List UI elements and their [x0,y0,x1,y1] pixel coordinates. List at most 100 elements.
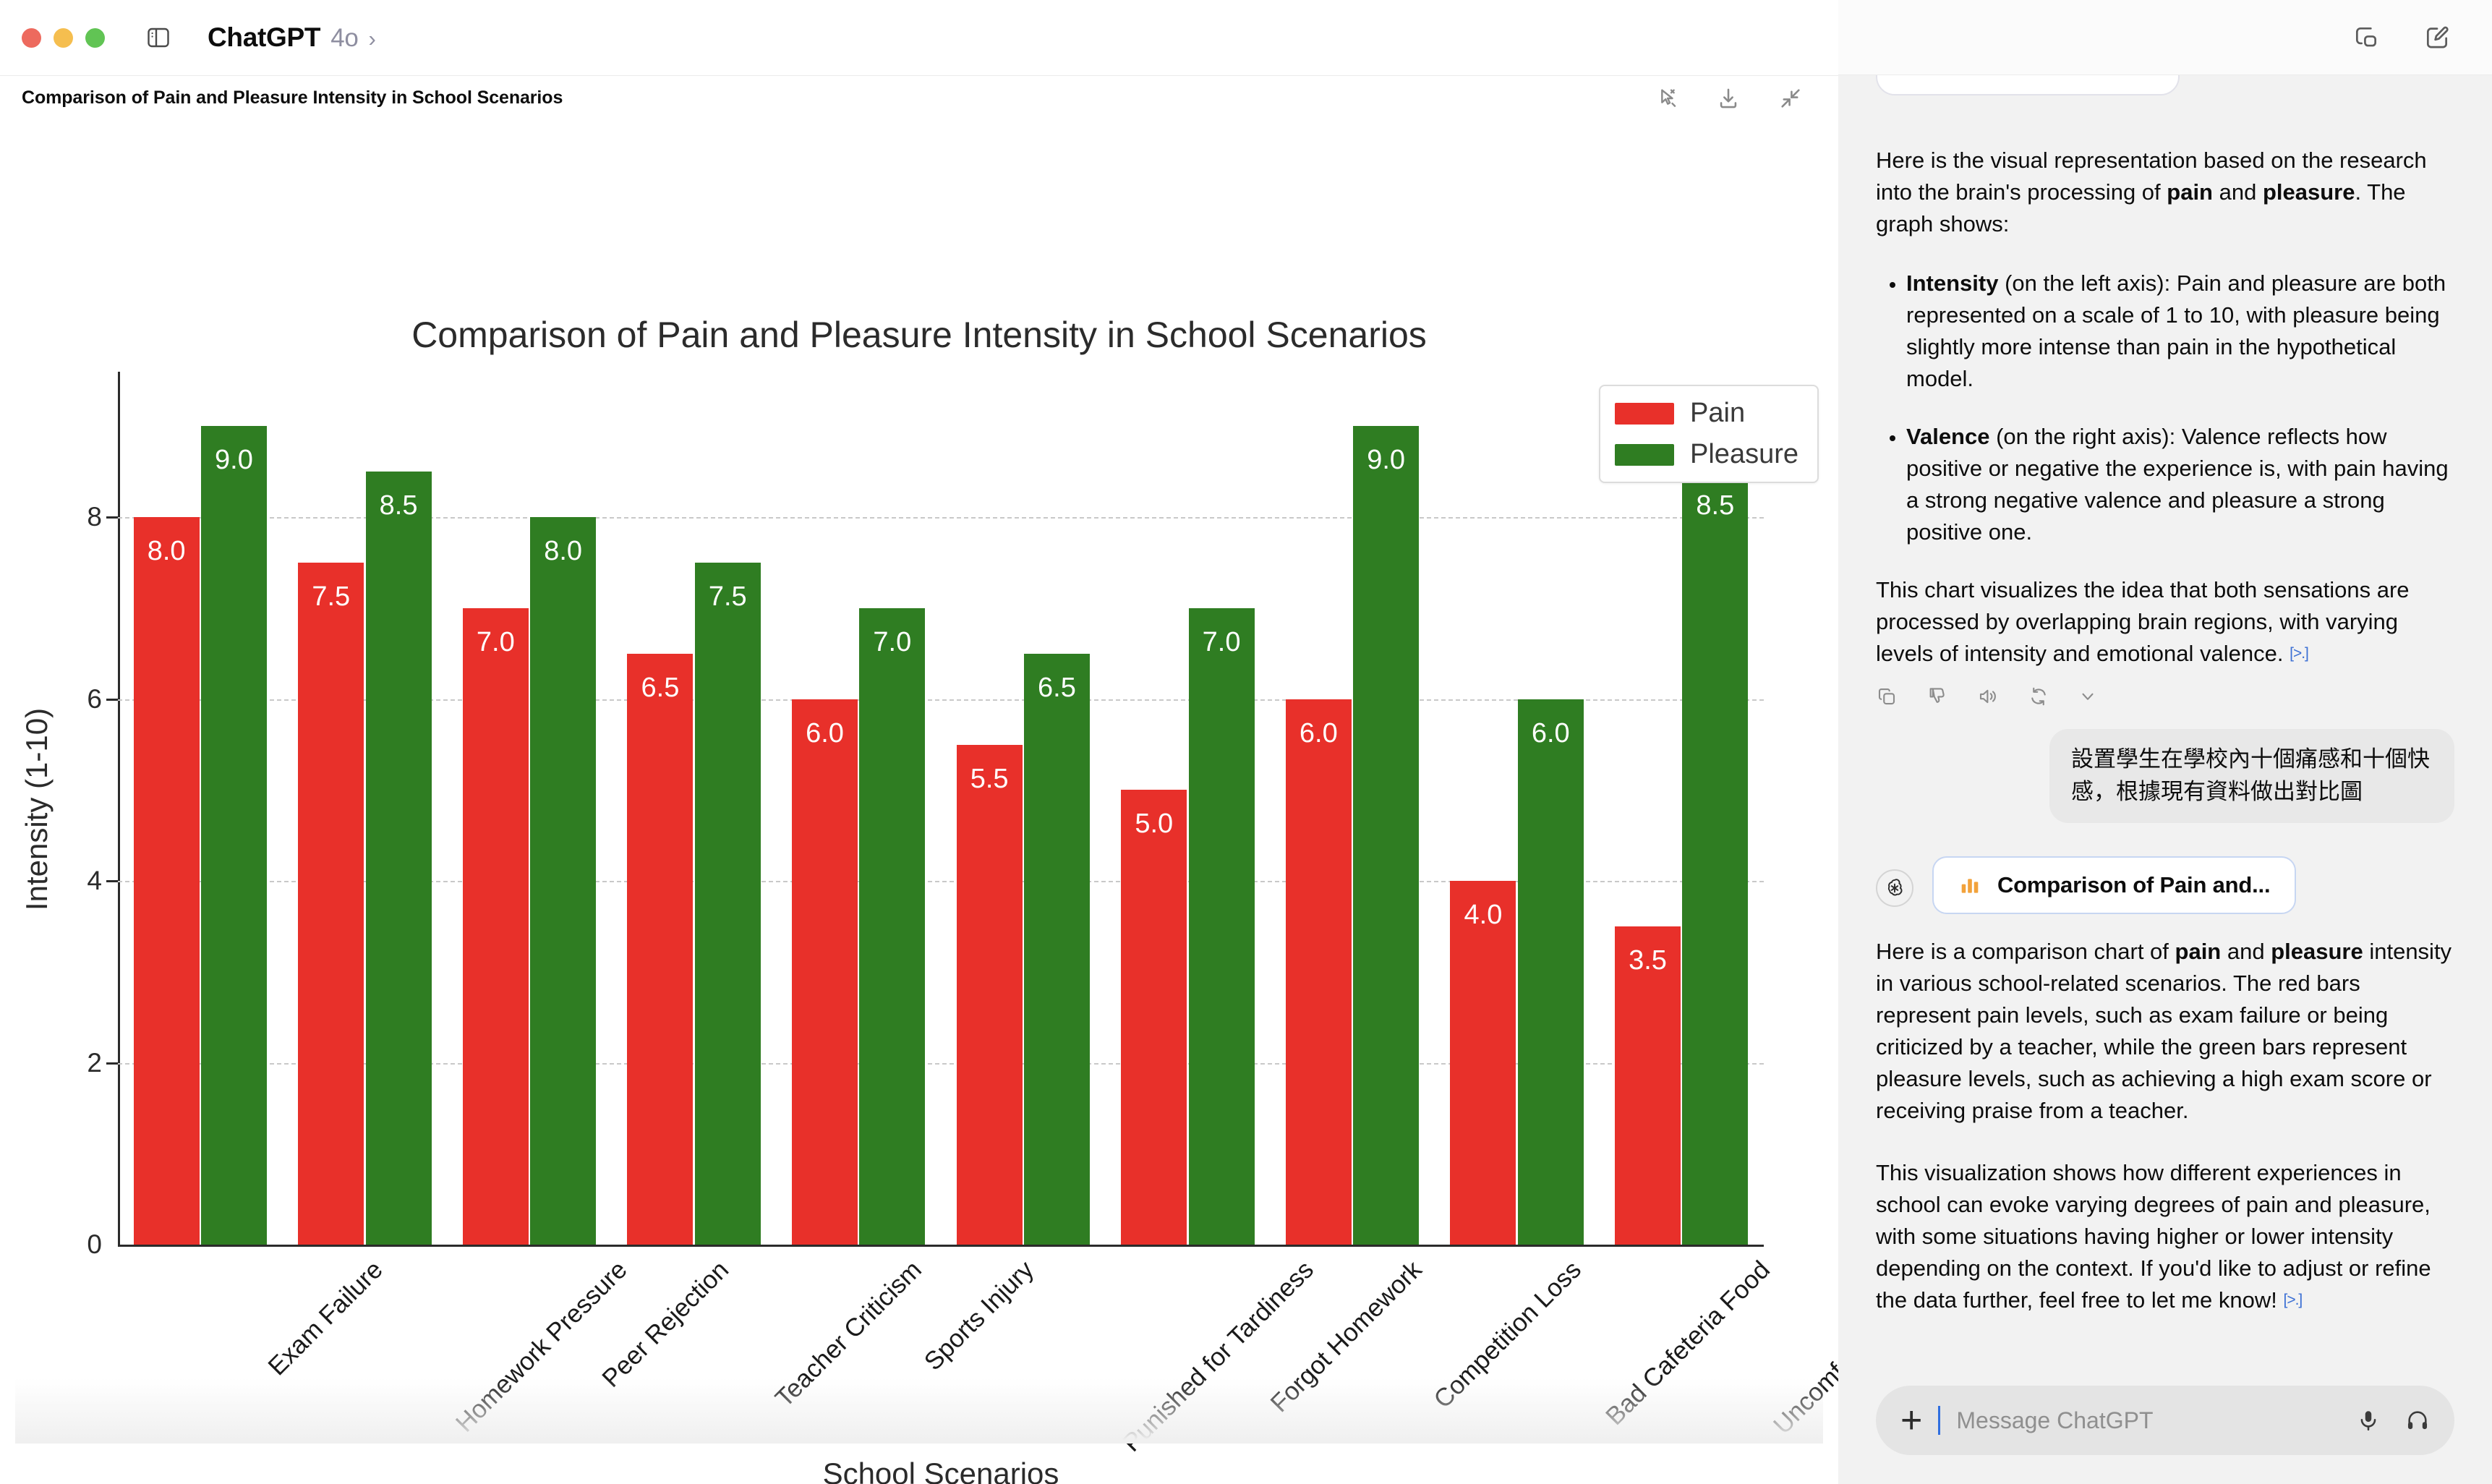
chevron-right-icon[interactable]: › [369,26,376,52]
bar-value-label: 7.5 [708,581,747,613]
bar-value-label: 7.5 [312,581,351,613]
bar-value-label: 5.0 [1135,809,1174,840]
chat-messages-scroll[interactable]: Here is the visual representation based … [1838,75,2492,1386]
legend-item: Pain [1615,398,1798,429]
y-tick-mark [106,698,118,701]
bar-pain: 7.5 [298,563,364,1245]
close-window-button[interactable] [22,27,41,48]
chatgpt-logo-icon [1876,869,1913,908]
collapse-icon[interactable] [1775,82,1806,114]
bar-value-label: 5.5 [970,763,1009,794]
attachment-card-title: Comparison of Pain and... [1997,872,2271,898]
bar-pleasure: 8.5 [365,472,432,1245]
composer-icon-group [2356,1408,2430,1433]
bar-pleasure: 6.0 [1517,699,1584,1245]
toggle-sidebar-button[interactable] [145,25,171,51]
bar-pleasure: 8.0 [530,517,597,1245]
temporary-chat-icon[interactable] [2350,22,2382,54]
message-composer[interactable]: + Message ChatGPT [1876,1386,2454,1455]
chat-header [1838,0,2492,75]
voice-mode-icon[interactable] [2405,1408,2430,1433]
bar-value-label: 6.5 [641,672,680,703]
body1-bold-pain: pain [2175,939,2222,965]
read-aloud-icon[interactable] [1977,686,1999,707]
y-tick-mark [106,880,118,883]
model-name: 4o [330,24,359,52]
bar-value-label: 6.5 [1038,672,1076,703]
download-icon[interactable] [1712,82,1744,114]
legend-label-pleasure: Pleasure [1690,439,1798,469]
bar-pleasure: 7.0 [1188,607,1255,1245]
bar-value-label: 7.0 [873,626,912,657]
bar-value-label: 6.0 [1299,717,1338,749]
bar-pain: 6.0 [792,699,858,1245]
bar-value-label: 8.5 [379,490,418,521]
bar-value-label: 8.5 [1696,490,1735,521]
window-titlebar: ChatGPT 4o › [0,0,1838,75]
assistant-body-paragraph-1: Here is a comparison chart of pain and p… [1876,936,2454,1127]
bar-value-label: 6.0 [806,717,844,749]
minimize-window-button[interactable] [54,27,73,48]
bar-value-label: 9.0 [1367,445,1406,476]
bar-chart-icon [1958,874,1981,897]
bar-value-label: 6.0 [1531,717,1570,749]
citation-badge[interactable]: [>.] [2290,643,2309,665]
canvas-panel: ChatGPT 4o › Comparison of Pain and Plea… [0,0,1953,1484]
bullet-term-valence: Valence [1906,424,1990,450]
body1-e: intensity in various school-related scen… [1876,939,2452,1124]
message-input[interactable]: Message ChatGPT [1956,1407,2340,1434]
y-tick-mark [106,516,118,519]
list-item: Intensity (on the left axis): Pain and p… [1906,268,2454,395]
canvas-header: Comparison of Pain and Pleasure Intensit… [0,75,1838,120]
maximize-window-button[interactable] [85,27,105,48]
closing-text: This chart visualizes the idea that both… [1876,577,2410,667]
legend-swatch-pleasure [1615,443,1675,466]
x-tick-label: Competition Loss [1428,1255,1587,1414]
chart-canvas: Comparison of Pain and Pleasure Intensit… [15,120,1953,1484]
canvas-title: Comparison of Pain and Pleasure Intensit… [22,88,563,108]
text-cursor [1938,1406,1941,1435]
assistant-closing-paragraph: This chart visualizes the idea that both… [1876,574,2454,670]
canvas-attachment-card[interactable]: Comparison of Pain and... [1932,856,2297,915]
traffic-lights[interactable] [22,27,105,48]
y-tick-label: 6 [87,683,102,714]
chat-panel: Here is the visual representation based … [1838,0,2492,1484]
chart-title: Comparison of Pain and Pleasure Intensit… [411,315,1427,355]
intro-text-c: and [2213,179,2263,205]
y-tick-label: 8 [87,502,102,532]
chevron-down-icon[interactable] [2078,687,2097,706]
legend-swatch-pain [1615,402,1675,425]
copy-icon[interactable] [1876,686,1898,707]
assistant-intro-paragraph: Here is the visual representation based … [1876,145,2454,240]
x-axis-label: School Scenarios [822,1457,1059,1484]
attach-plus-icon[interactable]: + [1900,1402,1922,1439]
app-title: ChatGPT [208,22,321,52]
intro-bold-pleasure: pleasure [2262,179,2355,205]
new-chat-icon[interactable] [2421,22,2453,54]
previous-attachment-card[interactable] [1876,75,2180,95]
assistant-attachment-row: Comparison of Pain and... [1876,856,2454,915]
bar-value-label: 7.0 [1202,626,1241,657]
regenerate-icon[interactable] [2028,686,2049,707]
app-title-group[interactable]: ChatGPT 4o › [208,22,376,53]
y-tick-label: 2 [87,1047,102,1078]
x-tick-label: Bad Cafeteria Food [1600,1255,1775,1431]
bar-value-label: 4.0 [1464,900,1503,931]
body1-bold-pleasure: pleasure [2271,939,2363,965]
x-tick-label: Teacher Criticism [769,1255,927,1413]
user-message-row: 設置學生在學校內十個痛感和十個快感，根據現有資料做出對比圖 [1876,729,2454,824]
microphone-icon[interactable] [2356,1408,2381,1433]
thumbs-down-icon[interactable] [1926,686,1948,707]
bar-pain: 6.5 [627,653,694,1245]
bar-value-label: 7.0 [476,626,515,657]
assistant-bullet-list: Intensity (on the left axis): Pain and p… [1876,268,2454,548]
body2-text: This visualization shows how different e… [1876,1160,2431,1313]
citation-badge[interactable]: [>.] [2284,1289,2303,1311]
body1-a: Here is a comparison chart of [1876,939,2175,965]
legend-item: Pleasure [1615,439,1798,470]
bullet-term-intensity: Intensity [1906,270,1999,297]
edit-in-canvas-icon[interactable] [1650,82,1682,114]
bar-pleasure: 7.0 [859,607,926,1245]
list-item: Valence (on the right axis): Valence ref… [1906,421,2454,548]
y-tick-mark [106,1062,118,1065]
